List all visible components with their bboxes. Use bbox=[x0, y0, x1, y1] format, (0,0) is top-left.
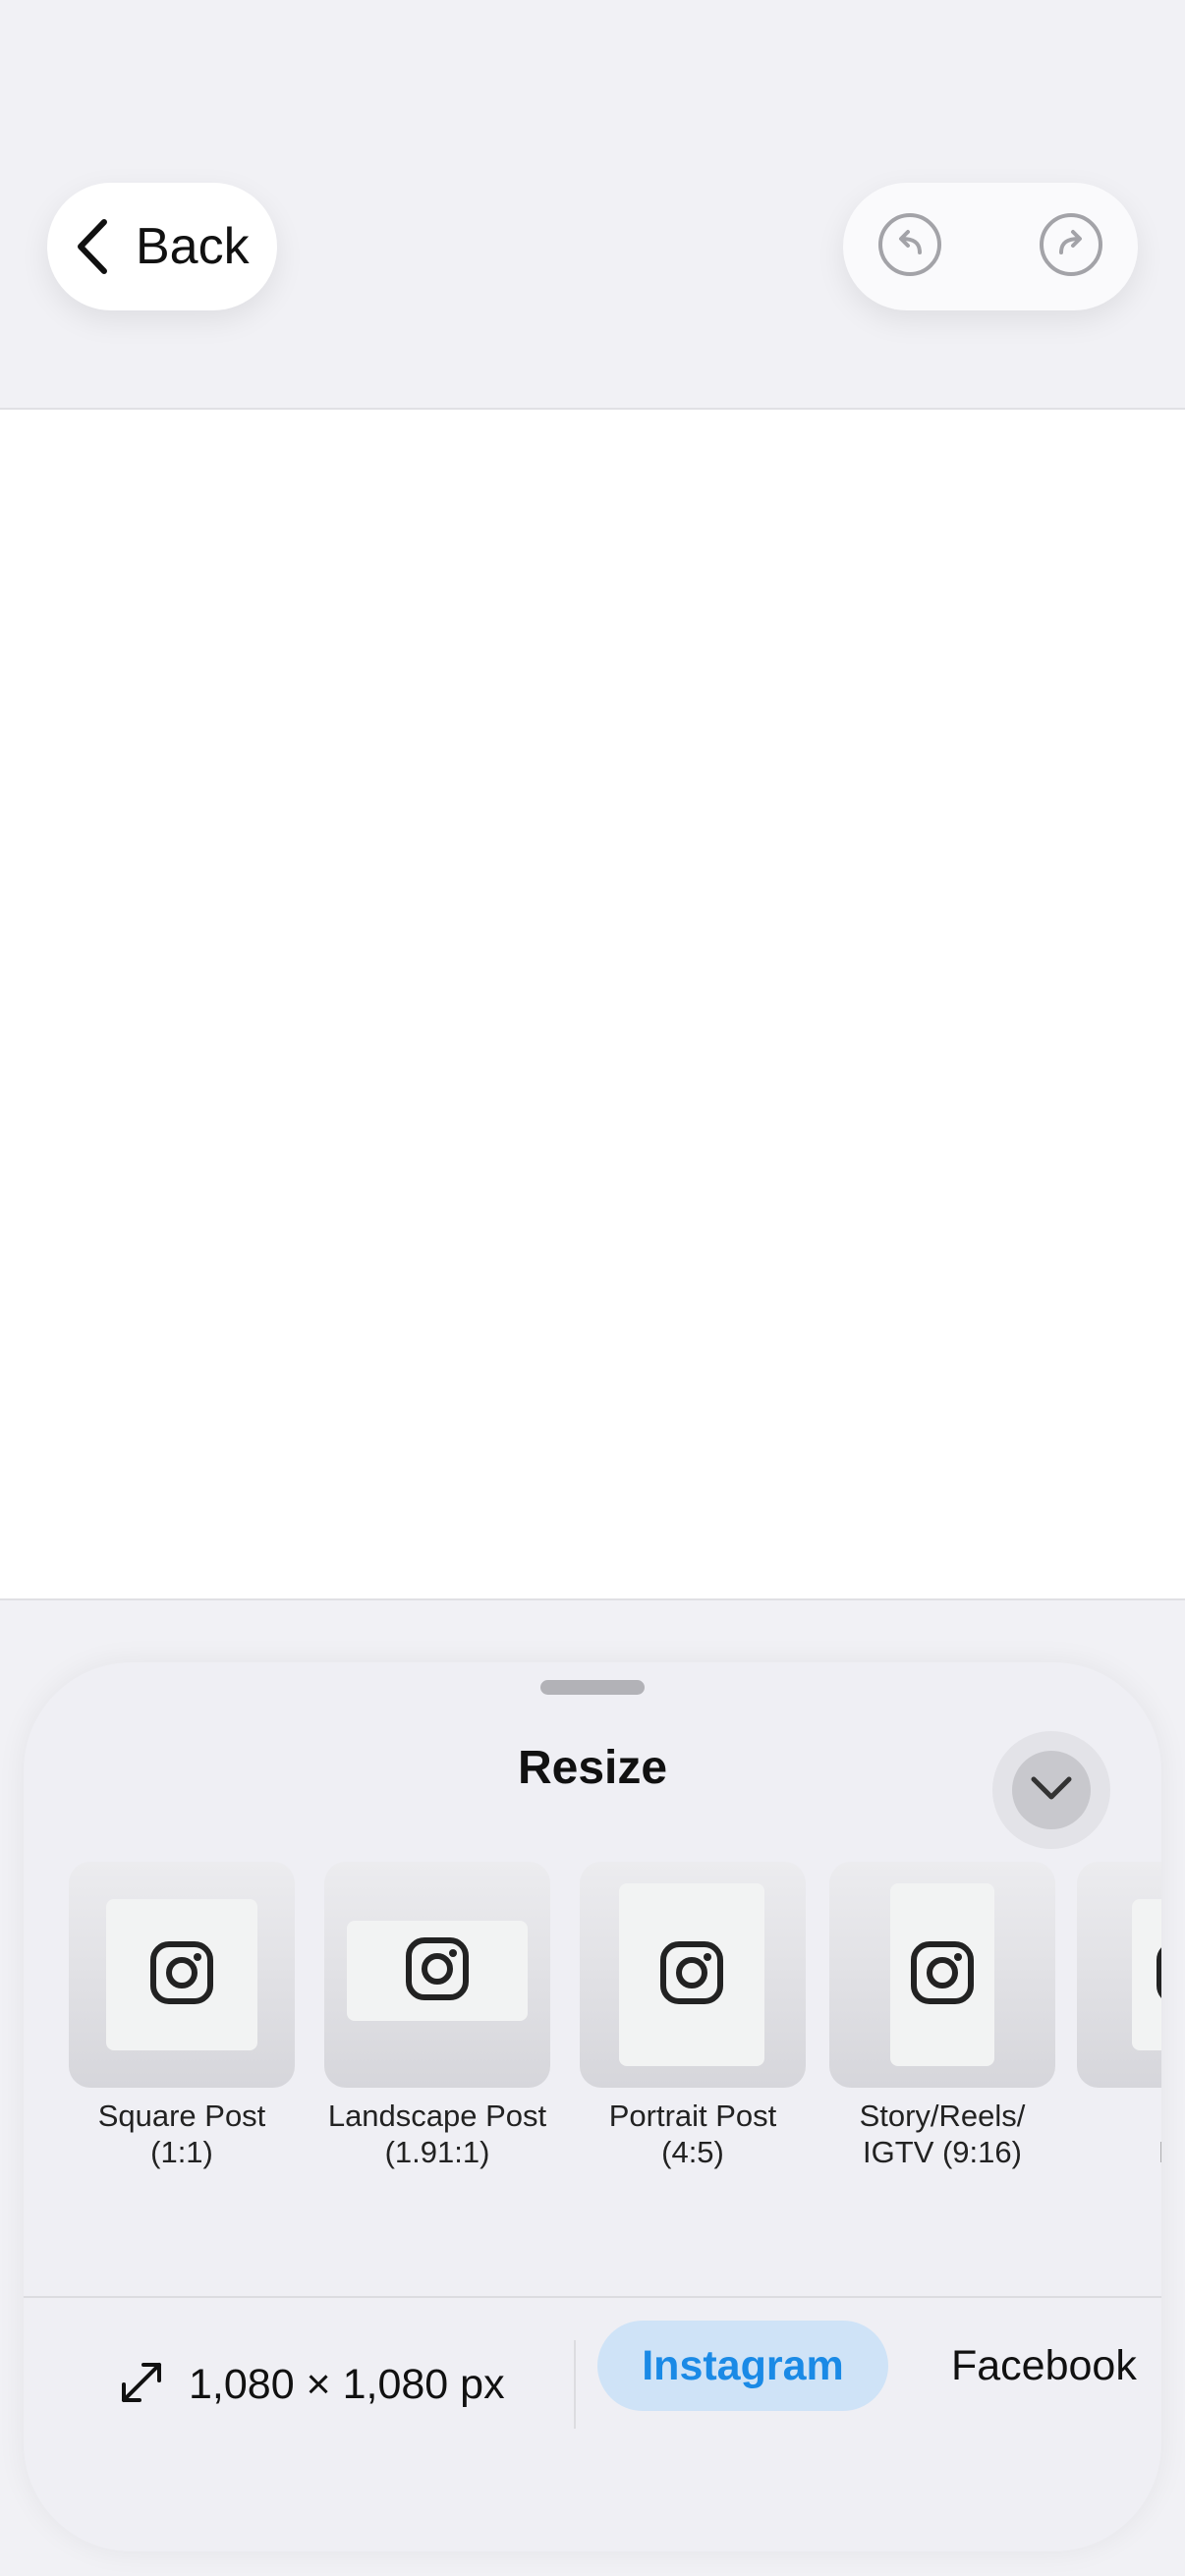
undo-icon bbox=[876, 211, 943, 283]
instagram-icon bbox=[1156, 1940, 1161, 2010]
preset-thumbnail bbox=[324, 1862, 550, 2088]
redo-button[interactable] bbox=[1036, 211, 1106, 282]
undo-button[interactable] bbox=[875, 211, 945, 282]
preset-thumbnail bbox=[580, 1862, 806, 2088]
instagram-icon bbox=[149, 1940, 214, 2010]
divider bbox=[574, 2340, 576, 2429]
resize-sheet: Resize Square Post (1:1) Landscape Post … bbox=[24, 1662, 1161, 2551]
sheet-title: Resize bbox=[517, 1742, 668, 1794]
resize-arrows-icon bbox=[118, 2359, 165, 2411]
collapse-button[interactable] bbox=[992, 1731, 1110, 1849]
sheet-grabber[interactable] bbox=[540, 1680, 645, 1695]
preset-label: Landscape Post (1.91:1) bbox=[327, 2099, 547, 2169]
preset-label: Portrait Post (4:5) bbox=[608, 2099, 777, 2169]
preset-label: inst Profi bbox=[1077, 2098, 1161, 2170]
preset-story-reels-igtv[interactable]: Story/Reels/ IGTV (9:16) bbox=[829, 1862, 1055, 2170]
preset-thumbnail bbox=[829, 1862, 1055, 2088]
preset-profile[interactable]: inst Profi bbox=[1077, 1862, 1161, 2170]
design-canvas[interactable] bbox=[0, 408, 1185, 1600]
instagram-icon bbox=[910, 1940, 975, 2010]
preset-label: Story/Reels/ IGTV (9:16) bbox=[859, 2099, 1026, 2169]
size-text: 1,080 × 1,080 px bbox=[189, 2360, 505, 2408]
preset-thumbnail bbox=[1077, 1862, 1161, 2088]
preset-landscape-post[interactable]: Landscape Post (1.91:1) bbox=[324, 1862, 550, 2170]
redo-icon bbox=[1038, 211, 1104, 283]
instagram-icon bbox=[659, 1940, 724, 2010]
tab-instagram[interactable]: Instagram bbox=[597, 2321, 888, 2411]
preset-label: Square Post (1:1) bbox=[97, 2099, 266, 2169]
tab-facebook[interactable]: Facebook bbox=[951, 2321, 1137, 2411]
divider bbox=[24, 2296, 1161, 2298]
back-label: Back bbox=[136, 218, 250, 275]
preset-square-post[interactable]: Square Post (1:1) bbox=[69, 1862, 295, 2170]
preset-portrait-post[interactable]: Portrait Post (4:5) bbox=[580, 1862, 806, 2170]
chevron-left-icon bbox=[75, 217, 118, 276]
canvas-size[interactable]: 1,080 × 1,080 px bbox=[118, 2340, 505, 2429]
undo-redo-group bbox=[843, 183, 1138, 310]
chevron-down-icon bbox=[1030, 1774, 1073, 1807]
back-button[interactable]: Back bbox=[47, 183, 277, 310]
instagram-icon bbox=[405, 1936, 470, 2006]
preset-thumbnail bbox=[69, 1862, 295, 2088]
top-toolbar: Back bbox=[0, 0, 1185, 408]
